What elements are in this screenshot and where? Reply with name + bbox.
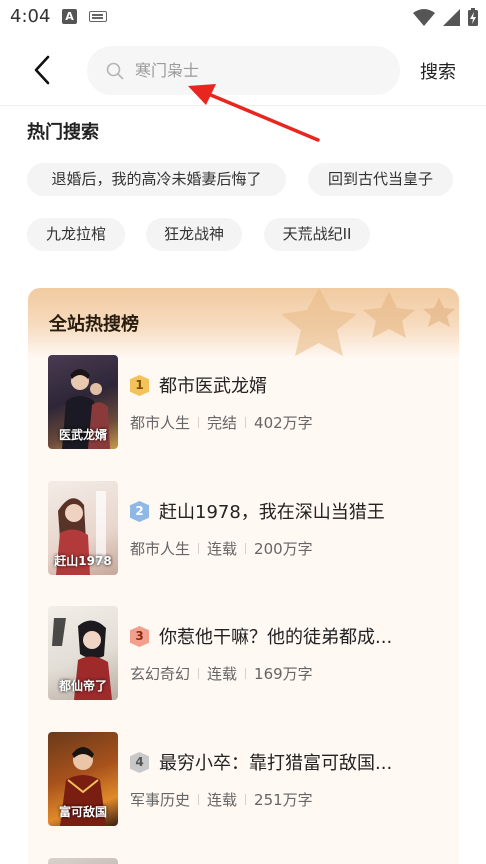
book-title: 最穷小卒：靠打猎富可敌国... — [159, 753, 393, 774]
meta-divider — [245, 543, 247, 554]
book-cover: 都仙帝了 — [48, 606, 118, 700]
book-status: 连载 — [207, 665, 238, 683]
meta-divider — [245, 417, 247, 428]
book-meta: 玄幻奇幻 连载 169万字 — [130, 663, 313, 684]
meta-divider — [198, 543, 200, 554]
font-notification-icon: A — [62, 9, 77, 24]
wifi-icon — [413, 8, 435, 26]
status-bar: 4:04 A — [0, 0, 486, 36]
meta-divider — [245, 668, 247, 679]
hot-search-title: 热门搜索 — [27, 122, 99, 143]
ranking-header: 全站热搜榜 — [28, 288, 459, 358]
rank-badge: 2 — [130, 501, 149, 522]
rank-badge: 4 — [130, 752, 149, 773]
book-meta: 都市人生 完结 402万字 — [130, 412, 313, 433]
book-meta: 军事历史 连载 251万字 — [130, 789, 313, 810]
ranking-list-item[interactable]: 医武龙婿 1 都市医武龙婿 都市人生 完结 402万字 — [48, 355, 448, 451]
book-word-count: 402万字 — [254, 414, 313, 432]
status-right-icons — [413, 6, 478, 28]
ranking-list-item[interactable]: 都仙帝了 3 你惹他干嘛？他的徒弟都成... 玄幻奇幻 连载 169万字 — [48, 606, 448, 702]
book-word-count: 169万字 — [254, 665, 313, 683]
meta-divider — [198, 417, 200, 428]
hot-search-tag[interactable]: 回到古代当皇子 — [308, 163, 453, 196]
book-status: 完结 — [207, 414, 238, 432]
ranking-title: 全站热搜榜 — [49, 314, 139, 335]
book-category: 都市人生 — [130, 540, 191, 558]
signal-icon — [443, 8, 460, 26]
cover-title: 都仙帝了 — [58, 679, 107, 693]
book-title: 赶山1978，我在深山当猎王 — [159, 502, 385, 523]
book-word-count: 200万字 — [254, 540, 313, 558]
meta-divider — [198, 668, 200, 679]
book-word-count: 251万字 — [254, 791, 313, 809]
keyboard-icon — [89, 11, 107, 22]
search-input[interactable] — [135, 61, 375, 80]
search-header: 搜索 — [0, 36, 486, 106]
cover-title: 医武龙婿 — [58, 428, 107, 442]
battery-charging-icon — [468, 8, 478, 26]
ranking-list-item[interactable]: 富可敌国 4 最穷小卒：靠打猎富可敌国... 军事历史 连载 251万字 — [48, 732, 448, 828]
book-meta: 都市人生 连载 200万字 — [130, 538, 313, 559]
book-cover[interactable] — [48, 858, 118, 864]
book-category: 军事历史 — [130, 791, 191, 809]
meta-divider — [245, 794, 247, 805]
book-cover: 赶山1978 — [48, 481, 118, 575]
back-button[interactable] — [24, 50, 60, 90]
hot-search-tag[interactable]: 天荒战纪II — [264, 218, 370, 251]
hot-search-tag[interactable]: 狂龙战神 — [146, 218, 242, 251]
book-status: 连载 — [207, 791, 238, 809]
status-time: 4:04 — [10, 6, 51, 27]
ranking-list-item[interactable]: 赶山1978 2 赶山1978，我在深山当猎王 都市人生 连载 200万字 — [48, 481, 448, 577]
hot-search-tag[interactable]: 退婚后，我的高冷未婚妻后悔了 — [27, 163, 286, 196]
rank-badge: 3 — [130, 626, 149, 647]
search-box[interactable] — [87, 46, 400, 95]
book-category: 都市人生 — [130, 414, 191, 432]
search-icon — [106, 62, 124, 79]
chevron-left-icon — [34, 55, 50, 85]
cover-title: 富可敌国 — [58, 805, 107, 819]
book-cover: 医武龙婿 — [48, 355, 118, 449]
meta-divider — [198, 794, 200, 805]
book-cover: 富可敌国 — [48, 732, 118, 826]
star-decoration-icon — [281, 288, 455, 356]
hot-search-tag[interactable]: 九龙拉棺 — [27, 218, 125, 251]
book-status: 连载 — [207, 540, 238, 558]
book-category: 玄幻奇幻 — [130, 665, 191, 683]
rank-badge: 1 — [130, 375, 149, 396]
search-button[interactable]: 搜索 — [420, 58, 456, 84]
cover-title: 赶山1978 — [54, 554, 112, 568]
hot-ranking-card: 全站热搜榜 医武龙婿 1 都市医武龙婿 都市人生 完结 402万字 赶山1978… — [28, 288, 459, 864]
book-title: 你惹他干嘛？他的徒弟都成... — [159, 627, 393, 648]
book-title: 都市医武龙婿 — [159, 376, 267, 397]
